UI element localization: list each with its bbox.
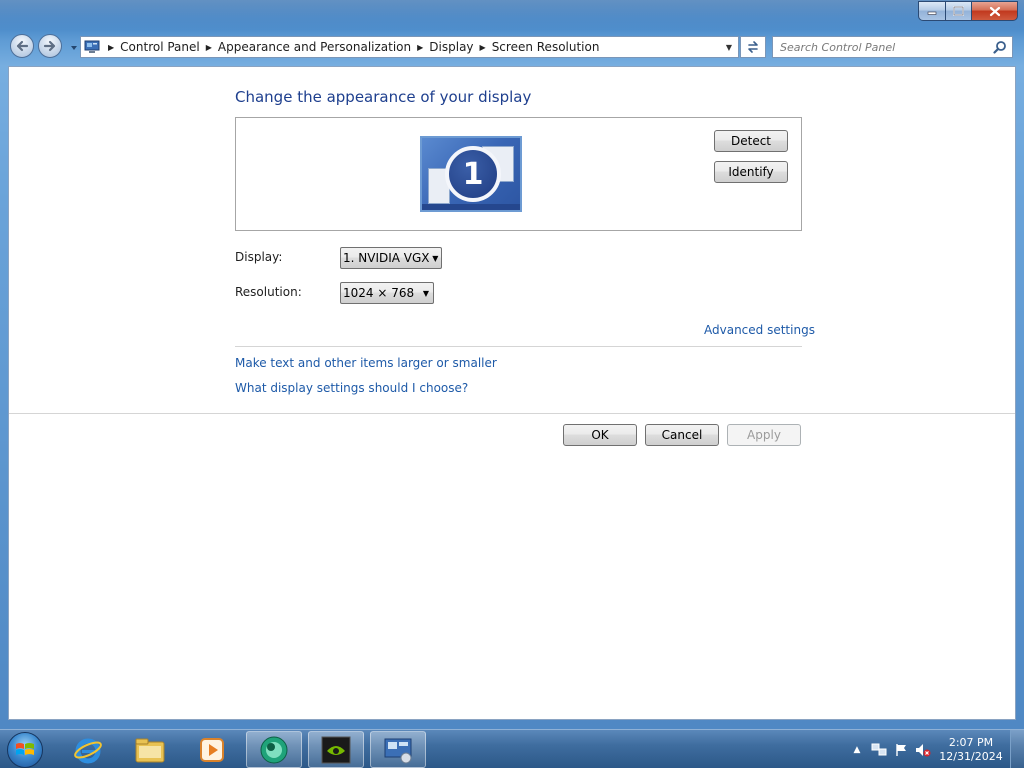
breadcrumb-screen-resolution[interactable]: Screen Resolution [492,40,600,54]
internet-explorer-icon [74,738,102,763]
clock-date: 12/31/2024 [939,749,1003,763]
windows-logo-icon [16,743,34,755]
taskbar: ▲ 2:07 PM 12/31/2024 [0,729,1024,768]
breadcrumb-separator-icon[interactable]: ▶ [480,43,486,52]
breadcrumb-separator-icon[interactable]: ▶ [206,43,212,52]
taskbar-nvidia[interactable] [308,731,364,768]
clock[interactable]: 2:07 PM 12/31/2024 [938,736,1004,764]
display-select-value: 1. NVIDIA VGX [343,251,430,265]
refresh-button[interactable] [740,36,766,58]
minimize-icon [927,11,937,15]
content-pane: Change the appearance of your display 1 … [8,66,1016,720]
apply-button[interactable]: Apply [727,424,801,446]
monitor-preview-panel: 1 Detect Identify [235,117,802,231]
section-divider [235,346,802,347]
maximize-button[interactable] [945,1,972,21]
control-panel-icon [84,39,102,55]
caption-buttons [918,1,1018,21]
nvidia-icon [321,736,351,763]
address-history-chevron-icon[interactable]: ▼ [720,37,738,57]
breadcrumb-display[interactable]: Display [429,40,473,54]
search-icon[interactable] [991,38,1009,56]
address-bar[interactable]: ▶ Control Panel ▶ Appearance and Persona… [80,36,739,58]
resolution-label: Resolution: [235,285,302,299]
preview-taskbar [422,204,520,210]
refresh-icon [748,41,758,53]
clock-time: 2:07 PM [948,735,994,749]
search-box [772,36,1013,58]
back-button[interactable] [10,34,34,58]
volume-muted-icon[interactable] [912,741,934,759]
larger-text-link[interactable]: Make text and other items larger or smal… [235,356,497,370]
monitor-number-badge: 1 [445,146,501,202]
display-settings-icon [384,738,412,763]
forward-arrow-icon [43,40,56,52]
close-button[interactable] [972,1,1018,21]
media-player-icon [200,737,224,762]
page-title: Change the appearance of your display [235,88,532,106]
breadcrumb-separator-icon[interactable]: ▶ [108,43,114,52]
advanced-settings-link[interactable]: Advanced settings [704,323,815,337]
taskbar-internet-explorer[interactable] [60,731,116,768]
maximize-icon [953,6,964,16]
window-frame: ▶ Control Panel ▶ Appearance and Persona… [0,0,1024,729]
identify-button[interactable]: Identify [714,161,788,183]
network-icon[interactable] [868,741,890,759]
recent-pages-chevron-icon[interactable] [69,43,79,53]
footer-divider [9,413,1015,414]
breadcrumb-control-panel[interactable]: Control Panel [120,40,200,54]
ok-button[interactable]: OK [563,424,637,446]
search-input[interactable] [773,38,991,56]
system-tray: ▲ 2:07 PM 12/31/2024 [846,730,1024,768]
minimize-button[interactable] [918,1,945,21]
chevron-down-icon: ▼ [422,288,430,298]
taskbar-display-settings[interactable] [370,731,426,768]
cancel-button[interactable]: Cancel [645,424,719,446]
breadcrumb-separator-icon[interactable]: ▶ [417,43,423,52]
app-green-icon [260,736,288,763]
display-settings-help-link[interactable]: What display settings should I choose? [235,381,468,395]
back-arrow-icon [16,40,29,52]
forward-button[interactable] [38,34,62,58]
breadcrumb-appearance[interactable]: Appearance and Personalization [218,40,411,54]
display-label: Display: [235,250,283,264]
detect-button[interactable]: Detect [714,130,788,152]
taskbar-file-explorer[interactable] [122,731,178,768]
file-explorer-icon [135,738,165,762]
monitor-1-preview[interactable]: 1 [420,136,522,212]
start-button[interactable] [7,732,43,768]
taskbar-media-player[interactable] [184,731,240,768]
resolution-select[interactable]: 1024 × 768 ▼ [340,282,434,304]
chevron-down-icon: ▼ [432,253,439,263]
close-icon [989,6,1000,16]
show-desktop-button[interactable] [1010,730,1024,768]
action-center-flag-icon[interactable] [890,741,912,759]
resolution-select-value: 1024 × 768 [343,286,415,300]
display-select[interactable]: 1. NVIDIA VGX ▼ [340,247,442,269]
nav-buttons [10,33,77,59]
taskbar-green-app[interactable] [246,731,302,768]
show-hidden-icons-chevron-icon[interactable]: ▲ [846,741,868,759]
